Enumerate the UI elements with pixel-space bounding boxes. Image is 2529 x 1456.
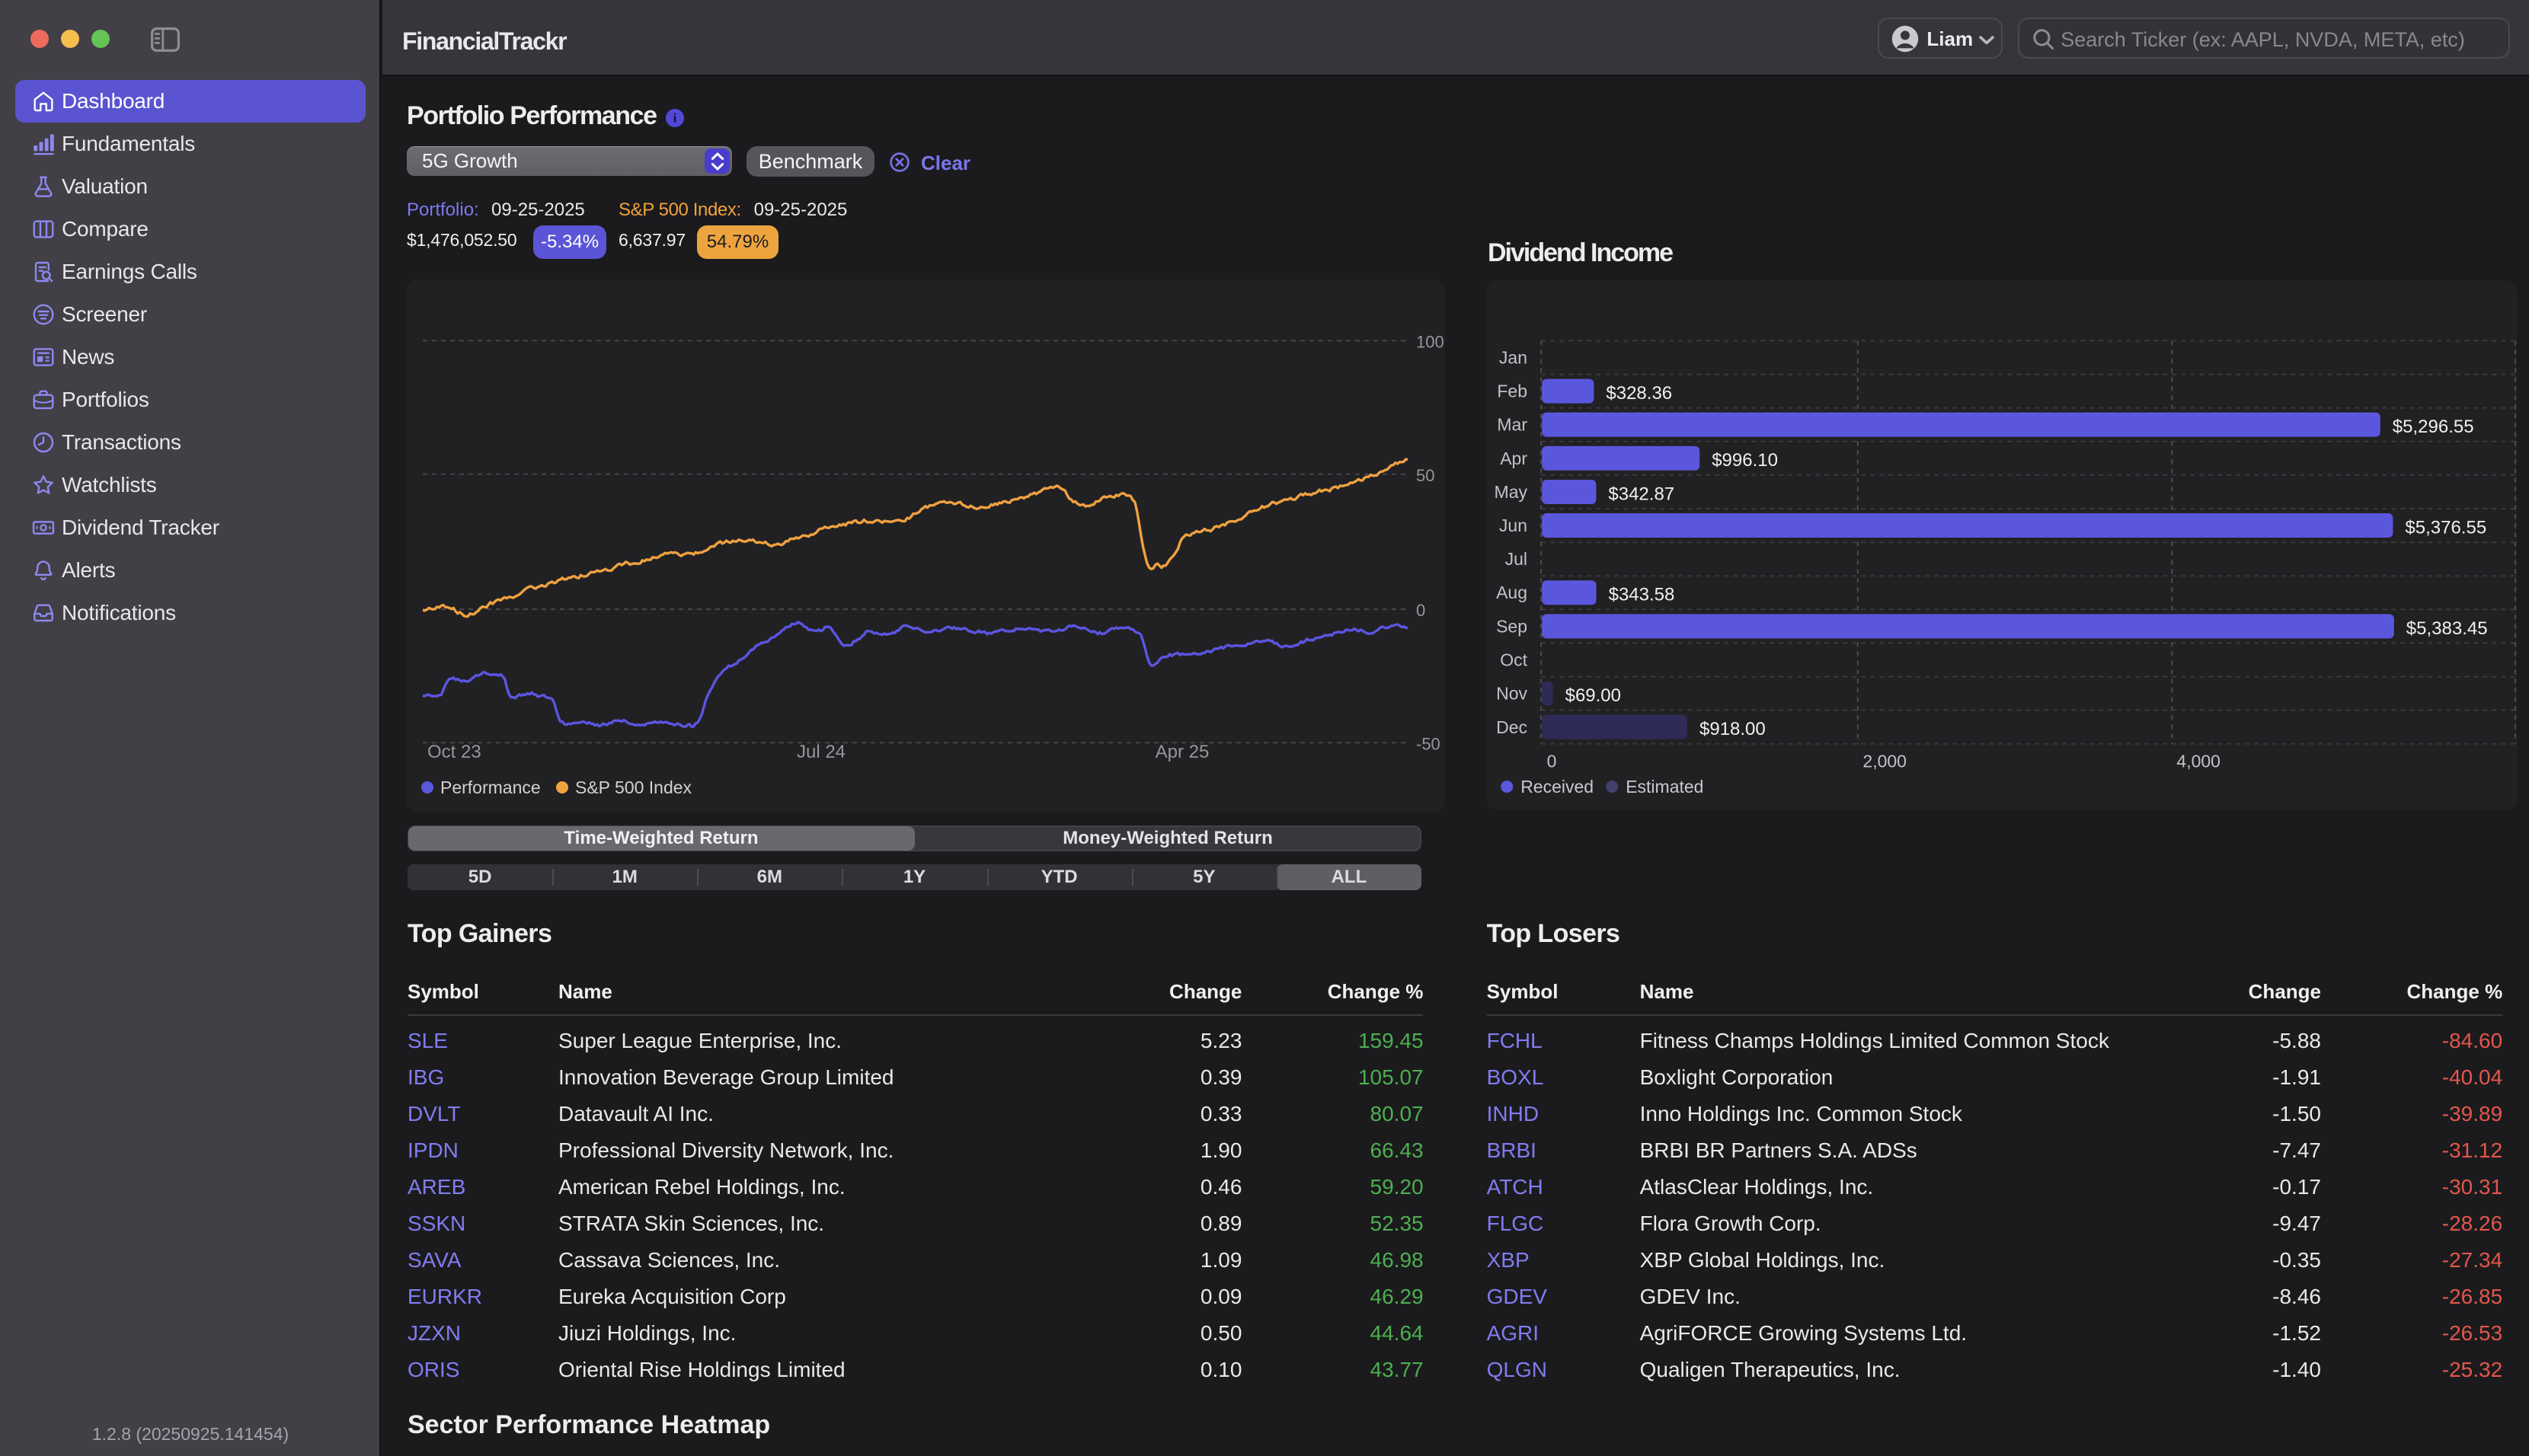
svg-text:Estimated: Estimated — [1626, 777, 1703, 797]
svg-text:-50: -50 — [1416, 735, 1440, 754]
svg-text:Apr 25: Apr 25 — [1156, 742, 1210, 762]
svg-text:Jun: Jun — [1499, 516, 1527, 535]
svg-text:Aug: Aug — [1496, 583, 1527, 602]
svg-text:$69.00: $69.00 — [1565, 685, 1620, 706]
svg-text:$918.00: $918.00 — [1699, 719, 1766, 739]
svg-text:$5,296.55: $5,296.55 — [2393, 417, 2474, 437]
svg-text:Feb: Feb — [1497, 382, 1527, 401]
svg-text:0: 0 — [1416, 601, 1425, 620]
svg-text:$5,383.45: $5,383.45 — [2406, 618, 2488, 639]
svg-text:S&P 500 Index: S&P 500 Index — [575, 777, 692, 797]
svg-text:Sep: Sep — [1496, 616, 1527, 636]
svg-text:$342.87: $342.87 — [1608, 484, 1674, 504]
svg-text:100: 100 — [1416, 333, 1444, 352]
svg-text:Mar: Mar — [1497, 415, 1527, 435]
svg-text:$996.10: $996.10 — [1712, 450, 1778, 471]
svg-text:Performance: Performance — [440, 777, 541, 797]
svg-text:Jul 24: Jul 24 — [797, 742, 846, 762]
svg-text:Received: Received — [1520, 777, 1594, 797]
svg-text:$5,376.55: $5,376.55 — [2405, 517, 2486, 538]
svg-text:Jul: Jul — [1504, 549, 1527, 569]
svg-text:$328.36: $328.36 — [1606, 383, 1672, 404]
svg-text:May: May — [1494, 482, 1527, 502]
svg-text:Dec: Dec — [1496, 717, 1527, 737]
svg-text:4,000: 4,000 — [2176, 752, 2220, 771]
svg-text:50: 50 — [1416, 466, 1434, 485]
svg-text:i: i — [673, 111, 677, 126]
svg-text:Oct 23: Oct 23 — [427, 742, 481, 762]
svg-text:Nov: Nov — [1496, 684, 1527, 704]
svg-text:Apr: Apr — [1500, 449, 1527, 468]
svg-text:0: 0 — [1546, 752, 1556, 771]
svg-text:Jan: Jan — [1499, 347, 1527, 367]
svg-text:$343.58: $343.58 — [1608, 585, 1674, 605]
svg-text:2,000: 2,000 — [1862, 752, 1907, 771]
svg-text:Oct: Oct — [1500, 650, 1527, 670]
